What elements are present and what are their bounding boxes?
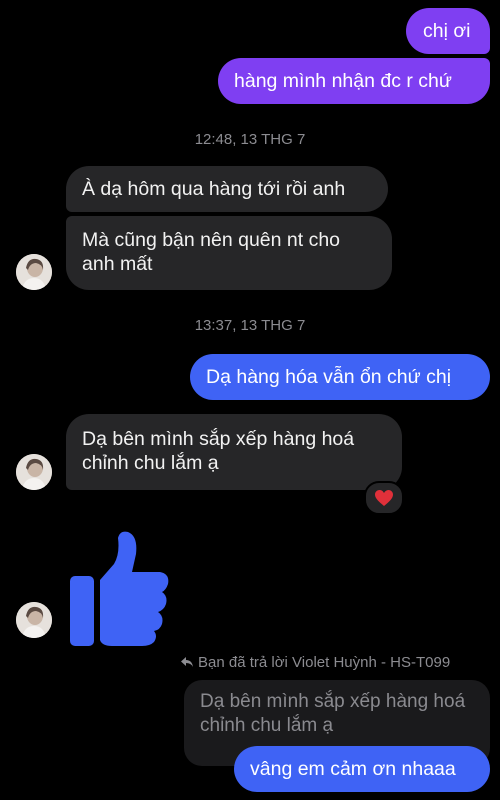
message-text: À dạ hôm qua hàng tới rồi anh <box>82 178 346 200</box>
reply-label-text: Bạn đã trả lời Violet Huỳnh - HS-T099 <box>198 654 451 671</box>
outgoing-message[interactable]: Dạ hàng hóa vẫn ổn chứ chị <box>190 354 490 400</box>
thumbs-up-sticker[interactable]: thumbs-up <box>68 530 172 648</box>
avatar[interactable] <box>16 454 52 490</box>
outgoing-message[interactable]: vâng em cảm ơn nhaaa <box>234 746 490 792</box>
incoming-message[interactable]: À dạ hôm qua hàng tới rồi anh <box>66 166 388 212</box>
message-text-line: chỉnh chu lắm ạ <box>82 452 219 474</box>
message-text: hàng mình nhận đc r chứ <box>234 70 452 92</box>
message-text-line: Dạ bên mình sắp xếp hàng hoá <box>82 428 355 450</box>
message-text: vâng em cảm ơn nhaaa <box>250 758 456 780</box>
message-text: Dạ hàng hóa vẫn ổn chứ chị <box>206 366 452 388</box>
quoted-text-line: Dạ bên mình sắp xếp hàng hoá <box>200 691 466 712</box>
message-text-line: anh mất <box>82 253 153 275</box>
heart-reaction[interactable]: ❤️ <box>364 481 404 515</box>
reply-arrow-icon <box>181 657 193 667</box>
thumbs-up-icon <box>70 531 169 646</box>
message-text-line: Mà cũng bận nên quên nt cho <box>82 229 341 251</box>
outgoing-message[interactable]: hàng mình nhận đc r chứ <box>218 58 490 104</box>
quoted-text-line: chỉnh chu lắm ạ <box>200 715 334 736</box>
avatar[interactable] <box>16 254 52 290</box>
timestamp: 12:48, 13 THG 7 <box>194 131 306 148</box>
message-text: chị ơi <box>423 20 471 42</box>
incoming-message[interactable]: Mà cũng bận nên quên nt cho anh mất <box>66 216 392 290</box>
heart-icon <box>375 490 393 506</box>
avatar[interactable] <box>16 602 52 638</box>
timestamp: 13:37, 13 THG 7 <box>194 317 306 334</box>
sticker-label: thumbs-up <box>172 530 173 531</box>
incoming-message[interactable]: Dạ bên mình sắp xếp hàng hoá chỉnh chu l… <box>66 414 402 490</box>
outgoing-message[interactable]: chị ơi <box>406 8 490 54</box>
reply-context-label: Bạn đã trả lời Violet Huỳnh - HS-T099 <box>180 654 450 671</box>
